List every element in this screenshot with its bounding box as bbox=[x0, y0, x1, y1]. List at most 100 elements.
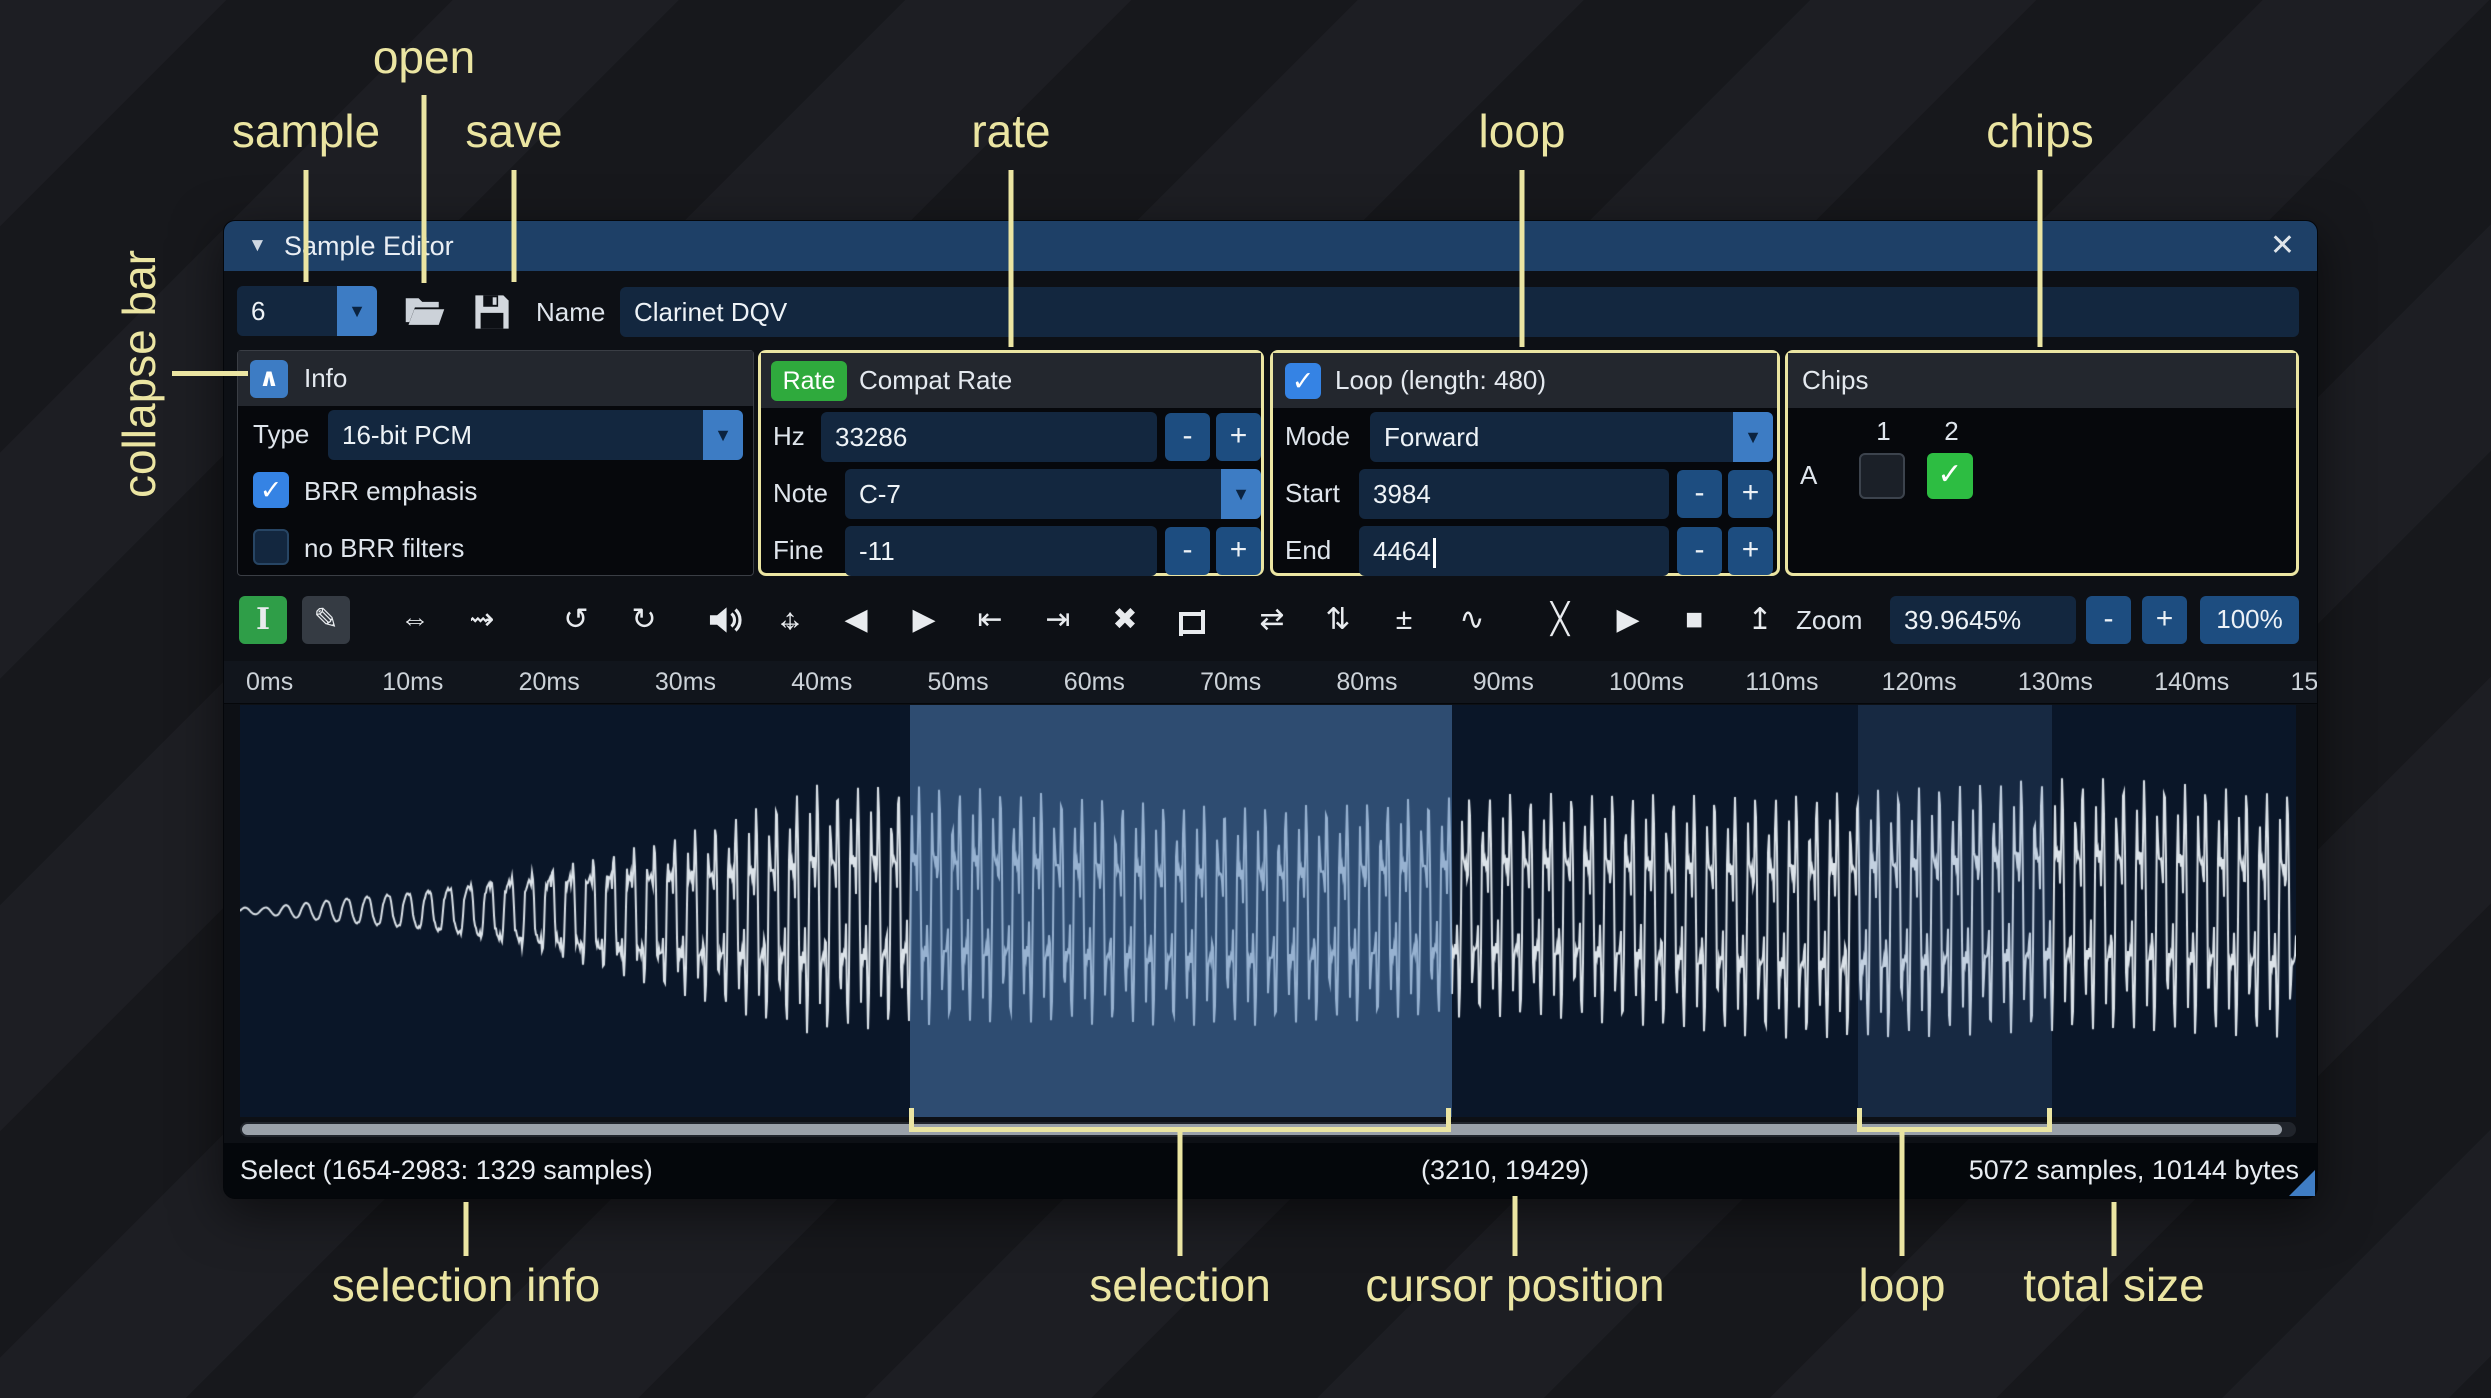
fade-in-button[interactable]: ◀ bbox=[832, 596, 880, 644]
hz-decrease-button[interactable]: - bbox=[1165, 413, 1210, 461]
invert-button[interactable]: ⇅ bbox=[1314, 596, 1362, 644]
delete-button[interactable]: ✖ bbox=[1101, 596, 1149, 644]
undo-button[interactable]: ↺ bbox=[552, 596, 600, 644]
fade-out-icon: ▶ bbox=[912, 603, 936, 636]
loop-end-increase-button[interactable]: + bbox=[1728, 527, 1773, 575]
window-resize-grip[interactable] bbox=[2289, 1170, 2315, 1196]
ibeam-cursor-icon: I bbox=[255, 602, 271, 637]
loop-end-decrease-button[interactable]: - bbox=[1677, 527, 1722, 575]
ruler-time-label: 140ms bbox=[2154, 668, 2230, 696]
loop-start-input[interactable]: 3984 bbox=[1359, 469, 1669, 519]
desktop-background: ▼ Sample Editor ✕ 6 ▼ Name Clarinet DQV … bbox=[0, 0, 2491, 1398]
insert-silence-icon: ⇤ bbox=[977, 603, 1003, 636]
loop-end-input[interactable]: 4464 bbox=[1359, 526, 1669, 576]
chevron-down-icon[interactable]: ▼ bbox=[1733, 412, 1773, 462]
arrows-vertical-icon: ↕ bbox=[782, 603, 798, 636]
pencil-icon: ✎ bbox=[313, 603, 339, 636]
zoom-increase-button[interactable]: + bbox=[2142, 596, 2187, 644]
chevron-down-icon[interactable]: ▼ bbox=[1221, 469, 1261, 519]
fine-decrease-button[interactable]: - bbox=[1165, 527, 1210, 575]
sample-type-combo[interactable]: 16-bit PCM ▼ bbox=[328, 410, 743, 460]
collapse-section-button[interactable]: ∧ bbox=[250, 360, 288, 398]
annotation-save-label: save bbox=[465, 105, 563, 157]
reverse-button[interactable]: ⇄ bbox=[1248, 596, 1296, 644]
selection-info-text: Select (1654-2983: 1329 samples) bbox=[240, 1155, 653, 1185]
normalize-button[interactable]: ↔ ↕ bbox=[766, 596, 814, 644]
loop-section: ✓ Loop (length: 480) Mode Forward ▼ Star… bbox=[1270, 350, 1780, 576]
brr-emphasis-checkbox[interactable]: ✓ bbox=[253, 472, 289, 508]
save-sample-button[interactable] bbox=[468, 286, 516, 338]
waveform-view[interactable] bbox=[240, 705, 2296, 1117]
zoom-reset-button[interactable]: 100% bbox=[2200, 596, 2299, 644]
annotation-sample-line bbox=[303, 170, 309, 282]
resize-button[interactable]: ⇔ bbox=[391, 596, 439, 644]
create-instrument-button[interactable]: ↥ bbox=[1736, 596, 1784, 644]
chevron-down-icon[interactable]: ▼ bbox=[337, 286, 377, 336]
chevron-up-icon: ∧ bbox=[258, 364, 280, 392]
loop-mode-combo[interactable]: Forward ▼ bbox=[1370, 412, 1773, 462]
fine-increase-button[interactable]: + bbox=[1216, 527, 1261, 575]
invert-icon: ⇅ bbox=[1325, 603, 1351, 636]
preview-stop-button[interactable]: ■ bbox=[1670, 596, 1718, 644]
fine-input[interactable]: -11 bbox=[845, 526, 1157, 576]
sample-type-value: 16-bit PCM bbox=[342, 420, 473, 450]
rate-section: Rate Compat Rate Hz 33286 - + Note C-7 ▼… bbox=[758, 350, 1264, 576]
loop-start-decrease-button[interactable]: - bbox=[1677, 470, 1722, 518]
filter-button[interactable]: ∿ bbox=[1448, 596, 1496, 644]
trim-button[interactable] bbox=[1168, 596, 1216, 644]
ruler-time-label: 70ms bbox=[1200, 668, 1262, 696]
name-input[interactable]: Clarinet DQV bbox=[620, 287, 2299, 337]
zoom-decrease-button[interactable]: - bbox=[2086, 596, 2131, 644]
check-icon: ✓ bbox=[1291, 366, 1315, 396]
rate-badge-button[interactable]: Rate bbox=[771, 361, 847, 401]
play-icon: ▶ bbox=[1616, 603, 1640, 636]
close-icon[interactable]: ✕ bbox=[2270, 221, 2295, 271]
annotation-loop-marker-line bbox=[1899, 1130, 1905, 1256]
no-brr-filters-label: no BRR filters bbox=[304, 533, 465, 563]
info-header: ∧ Info bbox=[238, 351, 753, 406]
type-label: Type bbox=[253, 419, 310, 449]
note-combo[interactable]: C-7 ▼ bbox=[845, 469, 1261, 519]
hz-increase-button[interactable]: + bbox=[1216, 413, 1261, 461]
rate-header: Rate Compat Rate bbox=[761, 353, 1261, 408]
hz-input[interactable]: 33286 bbox=[821, 412, 1157, 462]
ruler-time-label: 0ms bbox=[246, 668, 294, 696]
resample-button[interactable]: ⇝ bbox=[458, 596, 506, 644]
fade-out-button[interactable]: ▶ bbox=[900, 596, 948, 644]
delete-x-icon: ✖ bbox=[1112, 603, 1138, 636]
edit-mode-select-button[interactable]: I bbox=[239, 596, 287, 644]
annotation-selection-label: selection bbox=[1089, 1259, 1271, 1311]
chevron-down-icon[interactable]: ▼ bbox=[703, 410, 743, 460]
apply-silence-button[interactable]: ⇥ bbox=[1034, 596, 1082, 644]
chip-2-checkbox[interactable]: ✓ bbox=[1927, 453, 1973, 499]
window-collapse-icon[interactable]: ▼ bbox=[248, 221, 267, 271]
floppy-save-icon bbox=[468, 295, 513, 337]
upload-icon: ↥ bbox=[1747, 603, 1773, 636]
fine-label: Fine bbox=[773, 535, 824, 565]
open-sample-button[interactable] bbox=[400, 286, 450, 338]
edit-mode-draw-button[interactable]: ✎ bbox=[302, 596, 350, 644]
crossfade-loop-points-button[interactable]: ╳ bbox=[1536, 596, 1584, 644]
preview-play-button[interactable]: ▶ bbox=[1604, 596, 1652, 644]
insert-silence-button[interactable]: ⇤ bbox=[966, 596, 1014, 644]
zoom-input[interactable]: 39.9645% bbox=[1890, 596, 2076, 644]
undo-icon: ↺ bbox=[563, 603, 589, 636]
sign-button[interactable]: ± bbox=[1380, 596, 1428, 644]
chip-1-checkbox[interactable] bbox=[1859, 453, 1905, 499]
loop-mode-value: Forward bbox=[1384, 422, 1480, 452]
annotation-loop-label: loop bbox=[1478, 105, 1566, 157]
amplify-button[interactable] bbox=[701, 596, 749, 644]
sample-number-combo[interactable]: 6 ▼ bbox=[237, 286, 377, 336]
apply-silence-icon: ⇥ bbox=[1045, 603, 1071, 636]
loop-enable-checkbox[interactable]: ✓ bbox=[1285, 363, 1321, 399]
window-titlebar[interactable]: ▼ Sample Editor ✕ bbox=[224, 221, 2317, 271]
ruler-time-label: 60ms bbox=[1063, 668, 1125, 696]
loop-start-increase-button[interactable]: + bbox=[1728, 470, 1773, 518]
no-brr-filters-checkbox[interactable] bbox=[253, 529, 289, 565]
rate-section-title: Compat Rate bbox=[859, 365, 1013, 395]
ruler-time-label: 10ms bbox=[382, 668, 444, 696]
redo-button[interactable]: ↻ bbox=[620, 596, 668, 644]
text-caret bbox=[1432, 538, 1436, 569]
chip-row-a-label: A bbox=[1800, 460, 1818, 490]
annotation-selection-line bbox=[1177, 1130, 1183, 1256]
